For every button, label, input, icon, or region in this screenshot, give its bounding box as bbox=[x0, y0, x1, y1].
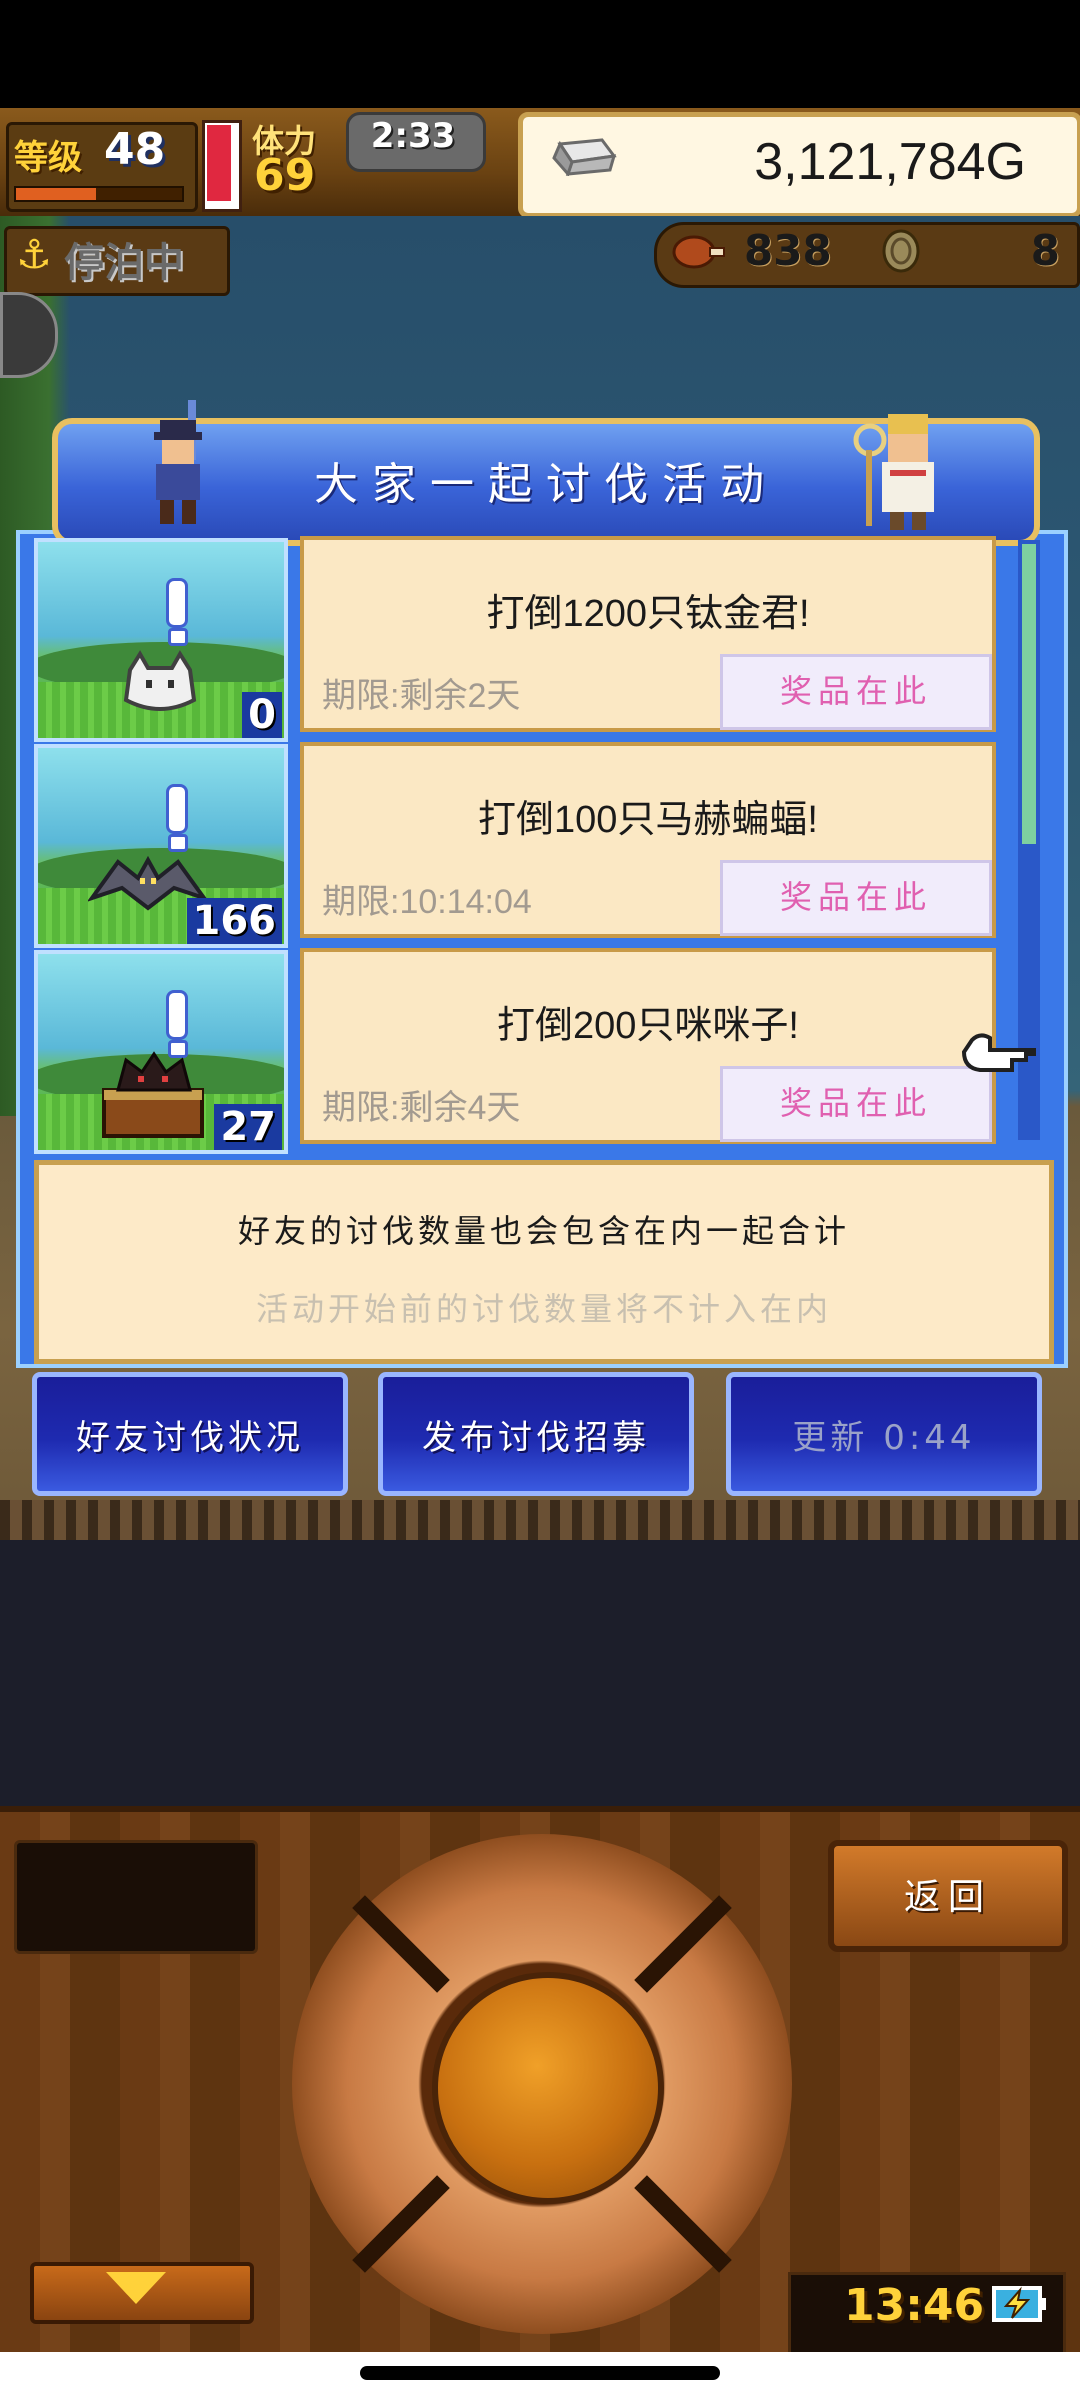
event-note-main: 好友的讨伐数量也会包含在内一起合计 bbox=[237, 1212, 850, 1250]
meat-count: 838 bbox=[744, 226, 832, 275]
hand-pointer-icon bbox=[961, 1033, 1036, 1072]
exclamation-dot bbox=[168, 628, 188, 646]
kill-count: 0 bbox=[242, 692, 282, 738]
stamina-timer-text: 2:33 bbox=[370, 116, 456, 156]
home-gesture-handle[interactable] bbox=[360, 2366, 720, 2380]
refresh-label[interactable]: 更新 0:44 bbox=[726, 1410, 1042, 1459]
docked-status-text: 停泊中 bbox=[64, 240, 184, 286]
friend-status-label[interactable]: 好友讨伐状况 bbox=[32, 1410, 348, 1459]
coin-icon bbox=[882, 229, 920, 273]
task-text: 打倒1200只钛金君! bbox=[486, 593, 810, 635]
stamina-gauge-fill bbox=[207, 125, 231, 201]
task-list-scroll-thumb[interactable] bbox=[1022, 544, 1036, 844]
post-recruit-label[interactable]: 发布讨伐招募 bbox=[378, 1410, 694, 1459]
anchor-icon: ⚓ bbox=[16, 232, 52, 278]
back-button-label[interactable]: 返回 bbox=[828, 1868, 1068, 1920]
meat-icon bbox=[672, 235, 725, 269]
reward-button-label[interactable]: 奖品在此 bbox=[720, 666, 992, 712]
monster-thumbnail-titanium: 0 bbox=[34, 538, 288, 742]
stamina-value: 69 bbox=[254, 150, 316, 201]
silver-ingot-icon bbox=[552, 138, 617, 176]
cleric-sprite bbox=[853, 414, 934, 530]
titanium-monster-sprite bbox=[123, 650, 197, 711]
task-deadline: 期限:10:14:04 bbox=[322, 883, 532, 921]
ship-deck-rail bbox=[0, 1500, 1080, 1540]
console-screen-panel bbox=[14, 1840, 258, 1954]
task-text: 打倒100只马赫蝙蝠! bbox=[478, 799, 818, 841]
exclamation-icon bbox=[166, 784, 188, 834]
knight-sprite bbox=[154, 400, 202, 524]
task-deadline: 期限:剩余2天 bbox=[322, 677, 521, 715]
monster-thumbnail-mimic: 27 bbox=[34, 950, 288, 1154]
level-value: 48 bbox=[104, 124, 166, 175]
task-text: 打倒200只咪咪子! bbox=[497, 1005, 799, 1047]
level-label: 等级 bbox=[14, 138, 82, 178]
event-note-sub: 活动开始前的讨伐数量将不计入在内 bbox=[255, 1290, 832, 1328]
game-clock: 13:46 bbox=[844, 2280, 985, 2331]
kill-count: 27 bbox=[214, 1104, 282, 1150]
battery-charging-icon bbox=[992, 2286, 1046, 2322]
reward-button-label[interactable]: 奖品在此 bbox=[720, 872, 992, 918]
dpad-center-button[interactable] bbox=[432, 1972, 664, 2204]
down-arrow-icon[interactable] bbox=[106, 2272, 166, 2304]
kill-count: 166 bbox=[186, 898, 282, 944]
event-note-box bbox=[34, 1160, 1054, 1364]
monster-thumbnail-bat: 166 bbox=[34, 744, 288, 948]
exp-bar-fill bbox=[16, 188, 96, 200]
task-deadline: 期限:剩余4天 bbox=[322, 1089, 521, 1127]
gold-amount: 3,121,784G bbox=[754, 133, 1026, 191]
exclamation-icon bbox=[166, 990, 188, 1040]
task-card: 打倒200只咪咪子! 期限:剩余4天 奖品在此 bbox=[300, 948, 996, 1144]
reward-button-label[interactable]: 奖品在此 bbox=[720, 1078, 992, 1124]
exclamation-icon bbox=[166, 578, 188, 628]
mimic-monster-sprite bbox=[102, 1051, 204, 1138]
task-card: 打倒1200只钛金君! 期限:剩余2天 奖品在此 bbox=[300, 536, 996, 732]
ship-deck-shadow bbox=[0, 1540, 1080, 1806]
status-bar bbox=[0, 0, 1080, 108]
task-card: 打倒100只马赫蝙蝠! 期限:10:14:04 奖品在此 bbox=[300, 742, 996, 938]
coin-count: 8 bbox=[1030, 226, 1060, 275]
